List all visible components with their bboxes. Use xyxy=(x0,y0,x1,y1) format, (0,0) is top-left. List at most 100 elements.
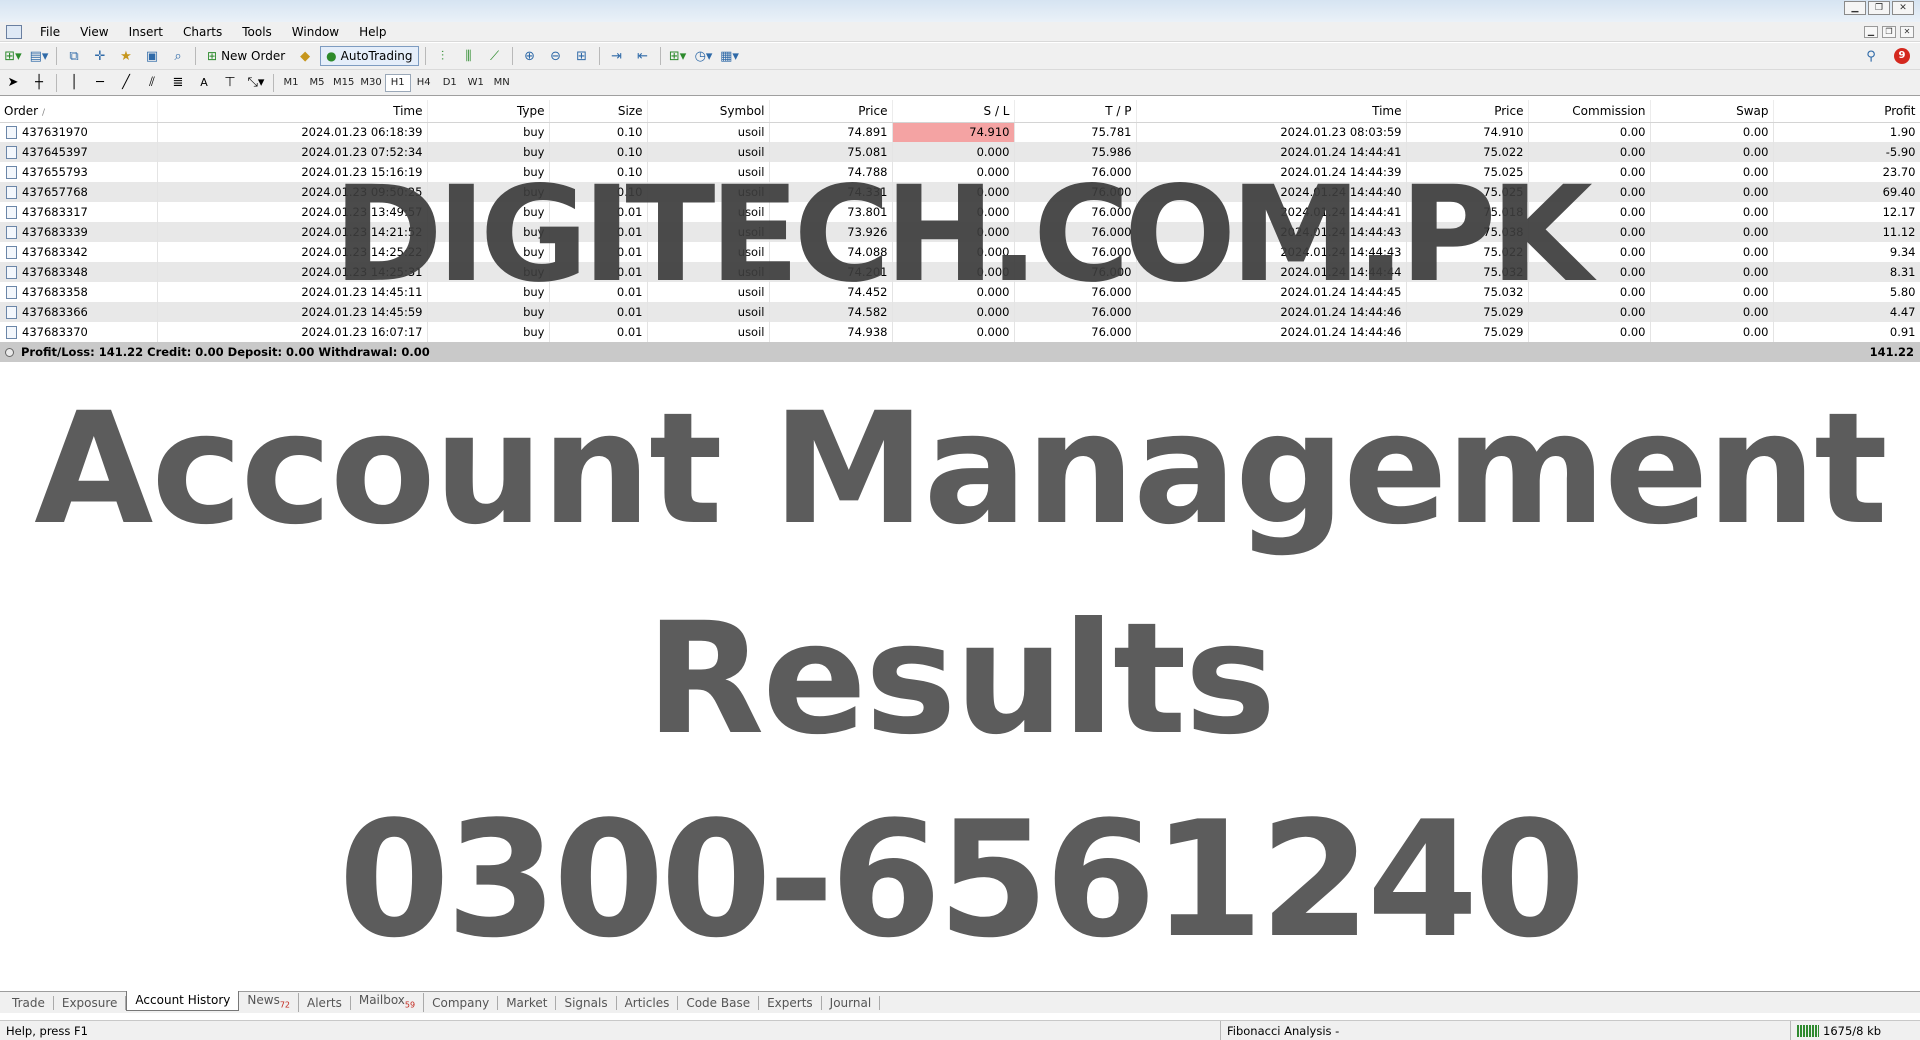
candlestick-icon[interactable]: ⫼ xyxy=(458,46,480,66)
timeframe-w1[interactable]: W1 xyxy=(463,74,489,92)
crosshair-icon[interactable]: ┼ xyxy=(28,73,50,93)
table-row[interactable]: 437683342 2024.01.23 14:25:22 buy 0.01 usoil… xyxy=(0,242,1920,262)
col-symbol[interactable]: Symbol xyxy=(647,100,770,123)
timeframe-h1[interactable]: H1 xyxy=(384,73,411,92)
col-time[interactable]: Time xyxy=(157,100,428,123)
profiles-icon[interactable]: ▤▾ xyxy=(28,46,50,66)
new-chart-icon[interactable]: ⊞▾ xyxy=(2,46,24,66)
horizontal-line-icon[interactable]: ─ xyxy=(89,73,111,93)
tab-signals[interactable]: Signals xyxy=(556,995,617,1010)
timeframe-m5[interactable]: M5 xyxy=(304,74,330,92)
cell-close-time: 2024.01.24 14:44:45 xyxy=(1136,282,1407,302)
timeframe-mn[interactable]: MN xyxy=(489,74,515,92)
deal-doc-icon xyxy=(6,146,17,159)
status-profile: Fibonacci Analysis - xyxy=(1220,1021,1339,1040)
tile-windows-icon[interactable]: ⊞ xyxy=(571,46,593,66)
col-order[interactable]: Order / xyxy=(0,100,158,123)
timeframe-h4[interactable]: H4 xyxy=(411,74,437,92)
menu-file[interactable]: File xyxy=(30,22,70,42)
cell-sl: 0.000 xyxy=(892,162,1015,182)
table-row[interactable]: 437645397 2024.01.23 07:52:34 buy 0.10 usoil… xyxy=(0,142,1920,162)
col-size[interactable]: Size xyxy=(549,100,648,123)
tab-articles[interactable]: Articles xyxy=(617,995,679,1010)
cursor-icon[interactable]: ➤ xyxy=(2,73,24,93)
table-row[interactable]: 437655793 2024.01.23 15:16:19 buy 0.10 usoil… xyxy=(0,162,1920,182)
cell-close-price: 75.029 xyxy=(1406,322,1529,342)
periods-icon[interactable]: ◷▾ xyxy=(693,46,715,66)
channel-icon[interactable]: ⫽ xyxy=(141,73,163,93)
col-price[interactable]: Price xyxy=(769,100,893,123)
table-row[interactable]: 437631970 2024.01.23 06:18:39 buy 0.10 usoil… xyxy=(0,122,1920,142)
tab-market[interactable]: Market xyxy=(498,995,557,1010)
metaeditor-icon[interactable]: ◆ xyxy=(294,46,316,66)
table-row[interactable]: 437657768 2024.01.23 09:50:25 buy 0.10 usoil… xyxy=(0,182,1920,202)
col-tp[interactable]: T / P xyxy=(1014,100,1137,123)
text-label-icon[interactable]: ⊤ xyxy=(219,73,241,93)
close-icon[interactable]: ✕ xyxy=(1892,1,1914,15)
search-icon[interactable]: ⚲ xyxy=(1860,46,1882,66)
zoom-out-icon[interactable]: ⊖ xyxy=(545,46,567,66)
tab-company[interactable]: Company xyxy=(424,995,499,1010)
mdi-restore-icon[interactable]: ❐ xyxy=(1882,26,1896,38)
tab-journal[interactable]: Journal xyxy=(822,995,881,1010)
menu-help[interactable]: Help xyxy=(349,22,396,42)
trendline-icon[interactable]: ╱ xyxy=(115,73,137,93)
auto-scroll-icon[interactable]: ⇥ xyxy=(606,46,628,66)
vertical-line-icon[interactable]: │ xyxy=(63,73,85,93)
menu-view[interactable]: View xyxy=(70,22,118,42)
tab-exposure[interactable]: Exposure xyxy=(54,995,127,1010)
data-window-icon[interactable]: ✛ xyxy=(89,46,111,66)
table-row[interactable]: 437683348 2024.01.23 14:25:31 buy 0.01 usoil… xyxy=(0,262,1920,282)
fibonacci-icon[interactable]: ≣ xyxy=(167,73,189,93)
table-row[interactable]: 437683370 2024.01.23 16:07:17 buy 0.01 usoil… xyxy=(0,322,1920,342)
app-icon[interactable] xyxy=(6,24,22,39)
templates-icon[interactable]: ▦▾ xyxy=(719,46,741,66)
col-close-price[interactable]: Price xyxy=(1406,100,1529,123)
mdi-close-icon[interactable]: ✕ xyxy=(1900,26,1914,38)
notifications-badge[interactable]: 9 xyxy=(1894,48,1910,64)
zoom-in-icon[interactable]: ⊕ xyxy=(519,46,541,66)
market-watch-icon[interactable]: ⧉ xyxy=(63,46,85,66)
table-row[interactable]: 437683358 2024.01.23 14:45:11 buy 0.01 usoil… xyxy=(0,282,1920,302)
arrows-icon[interactable]: ⤡▾ xyxy=(245,73,267,93)
restore-icon[interactable]: ❐ xyxy=(1868,1,1890,15)
menu-window[interactable]: Window xyxy=(282,22,349,42)
timeframe-m15[interactable]: M15 xyxy=(330,74,357,92)
col-close-time[interactable]: Time xyxy=(1136,100,1407,123)
line-chart-icon[interactable]: ⟋ xyxy=(484,46,506,66)
table-row[interactable]: 437683317 2024.01.23 13:49:57 buy 0.01 usoil… xyxy=(0,202,1920,222)
indicators-icon[interactable]: ⊞▾ xyxy=(667,46,689,66)
cell-profit: 12.17 xyxy=(1773,202,1920,222)
table-row[interactable]: 437683366 2024.01.23 14:45:59 buy 0.01 usoil… xyxy=(0,302,1920,322)
tab-mailbox[interactable]: Mailbox59 xyxy=(351,992,425,1013)
menu-tools[interactable]: Tools xyxy=(232,22,282,42)
col-swap[interactable]: Swap xyxy=(1650,100,1774,123)
tab-account-history[interactable]: Account History xyxy=(126,991,240,1011)
bar-chart-icon[interactable]: ⫶ xyxy=(432,46,454,66)
tab-alerts[interactable]: Alerts xyxy=(299,995,351,1010)
col-type[interactable]: Type xyxy=(427,100,550,123)
text-icon[interactable]: A xyxy=(193,73,215,93)
minimize-icon[interactable]: ▁ xyxy=(1844,1,1866,15)
timeframe-m1[interactable]: M1 xyxy=(278,74,304,92)
menu-charts[interactable]: Charts xyxy=(173,22,232,42)
tab-code-base[interactable]: Code Base xyxy=(678,995,760,1010)
chart-shift-icon[interactable]: ⇤ xyxy=(632,46,654,66)
tab-experts[interactable]: Experts xyxy=(759,995,822,1010)
new-order-button[interactable]: ⊞ New Order xyxy=(202,46,290,66)
timeframe-m30[interactable]: M30 xyxy=(357,74,384,92)
timeframe-d1[interactable]: D1 xyxy=(437,74,463,92)
navigator-icon[interactable]: ★ xyxy=(115,46,137,66)
tab-news[interactable]: News72 xyxy=(239,992,300,1013)
terminal-icon[interactable]: ▣ xyxy=(141,46,163,66)
col-commission[interactable]: Commission xyxy=(1528,100,1651,123)
tab-trade[interactable]: Trade xyxy=(4,995,54,1010)
col-sl[interactable]: S / L xyxy=(892,100,1015,123)
mdi-minimize-icon[interactable]: ▁ xyxy=(1864,26,1878,38)
menu-insert[interactable]: Insert xyxy=(119,22,173,42)
col-profit[interactable]: Profit xyxy=(1773,100,1920,123)
table-row[interactable]: 437683339 2024.01.23 14:21:52 buy 0.01 usoil… xyxy=(0,222,1920,242)
strategy-tester-icon[interactable]: ⌕ xyxy=(167,46,189,66)
autotrading-button[interactable]: ● AutoTrading xyxy=(320,46,419,66)
cell-order: 437683342 xyxy=(0,242,158,262)
